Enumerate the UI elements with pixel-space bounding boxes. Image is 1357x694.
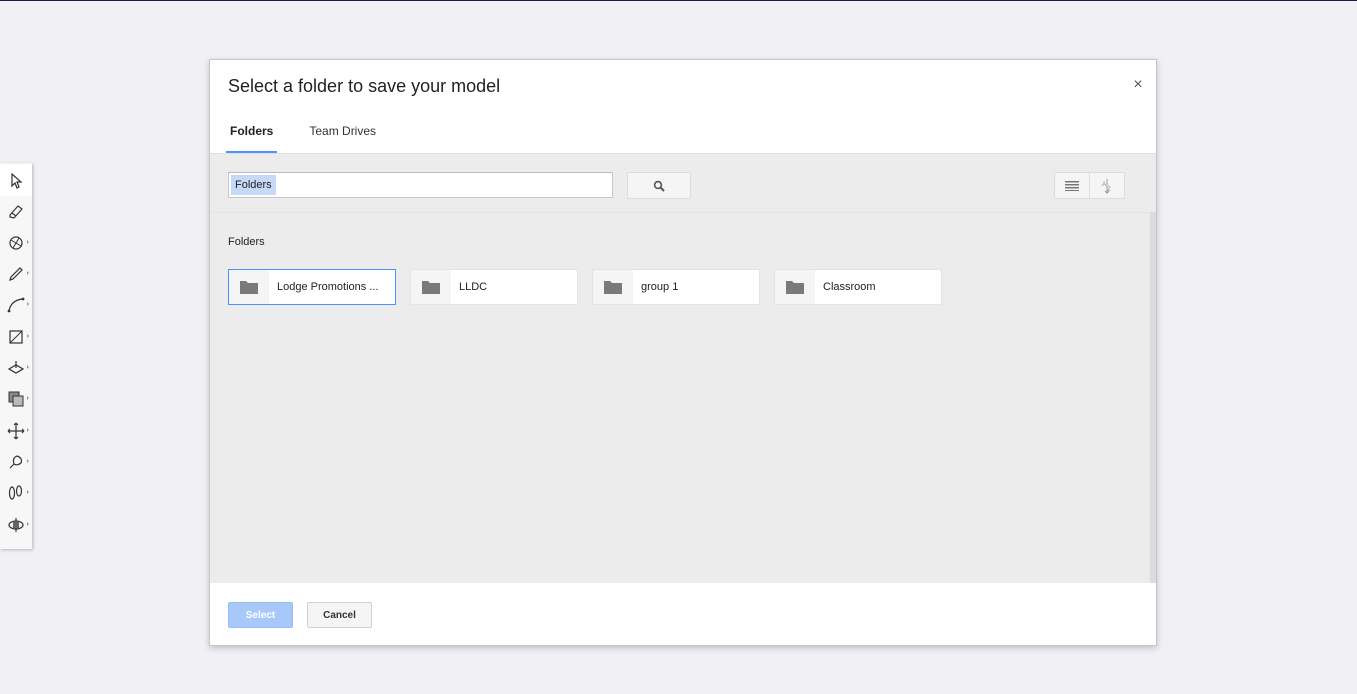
select-button[interactable]: Select bbox=[228, 602, 293, 628]
select-arrow-icon bbox=[11, 172, 23, 189]
results-pane bbox=[210, 212, 1150, 583]
paint-tool[interactable] bbox=[0, 227, 32, 258]
tab-team-drives[interactable]: Team Drives bbox=[305, 116, 380, 154]
folder-item[interactable]: Classroom bbox=[774, 269, 942, 305]
arc-icon bbox=[7, 297, 25, 312]
move-tool[interactable] bbox=[0, 415, 32, 446]
search-icon bbox=[653, 180, 665, 192]
tool-palette bbox=[0, 163, 32, 549]
folder-item[interactable]: Lodge Promotions ... bbox=[228, 269, 396, 305]
offset-tool[interactable] bbox=[0, 383, 32, 414]
folder-icon-container bbox=[593, 270, 633, 304]
folder-icon-container bbox=[411, 270, 451, 304]
select-tool[interactable] bbox=[0, 165, 32, 196]
search-input[interactable]: Folders bbox=[228, 172, 613, 198]
push-pull-icon bbox=[7, 360, 25, 374]
walk-tool[interactable] bbox=[0, 477, 32, 508]
close-button[interactable]: × bbox=[1130, 77, 1146, 93]
cancel-button[interactable]: Cancel bbox=[307, 602, 372, 628]
orbit-icon bbox=[8, 517, 24, 532]
tab-bar: Folders Team Drives bbox=[226, 116, 408, 154]
section-label-folders: Folders bbox=[228, 236, 265, 248]
list-view-icon bbox=[1065, 180, 1079, 191]
orbit-tool[interactable] bbox=[0, 509, 32, 540]
folder-item[interactable]: LLDC bbox=[410, 269, 578, 305]
offset-icon bbox=[8, 391, 24, 406]
rectangle-tool[interactable] bbox=[0, 321, 32, 352]
paint-bucket-icon bbox=[9, 235, 23, 250]
scrollbar[interactable] bbox=[1150, 212, 1156, 583]
search-scope-chip[interactable]: Folders bbox=[231, 175, 276, 195]
folder-item[interactable]: group 1 bbox=[592, 269, 760, 305]
list-view-button[interactable] bbox=[1054, 172, 1090, 199]
folder-icon bbox=[604, 281, 622, 294]
push-pull-tool[interactable] bbox=[0, 352, 32, 383]
search-button[interactable] bbox=[627, 172, 691, 199]
eraser-icon bbox=[9, 204, 23, 219]
folder-name: Lodge Promotions ... bbox=[277, 281, 379, 293]
svg-text:A: A bbox=[1102, 182, 1106, 188]
folder-picker-dialog: Select a folder to save your model × Fol… bbox=[209, 59, 1157, 646]
rectangle-icon bbox=[9, 329, 23, 344]
tape-measure-icon bbox=[9, 454, 23, 468]
folder-name: Classroom bbox=[823, 281, 876, 293]
folder-icon bbox=[240, 281, 258, 294]
eraser-tool[interactable] bbox=[0, 196, 32, 227]
walk-icon bbox=[8, 484, 23, 500]
arc-tool[interactable] bbox=[0, 289, 32, 320]
move-icon bbox=[7, 422, 25, 439]
folder-icon-container bbox=[775, 270, 815, 304]
dialog-body: Folders A Z Folders Lodge Promotions ...… bbox=[210, 154, 1156, 583]
folder-icon-container bbox=[229, 270, 269, 304]
pencil-icon bbox=[9, 266, 23, 281]
tab-folders[interactable]: Folders bbox=[226, 116, 278, 154]
top-border-line bbox=[0, 0, 1357, 1]
sort-button[interactable]: A Z bbox=[1089, 172, 1125, 199]
folder-icon bbox=[422, 281, 440, 294]
folder-icon bbox=[786, 281, 804, 294]
folder-name: LLDC bbox=[459, 281, 488, 293]
pencil-tool[interactable] bbox=[0, 258, 32, 289]
sort-az-icon: A Z bbox=[1102, 178, 1111, 194]
folder-name: group 1 bbox=[641, 281, 679, 293]
dialog-title: Select a folder to save your model bbox=[228, 76, 501, 96]
tape-measure-tool[interactable] bbox=[0, 446, 32, 477]
